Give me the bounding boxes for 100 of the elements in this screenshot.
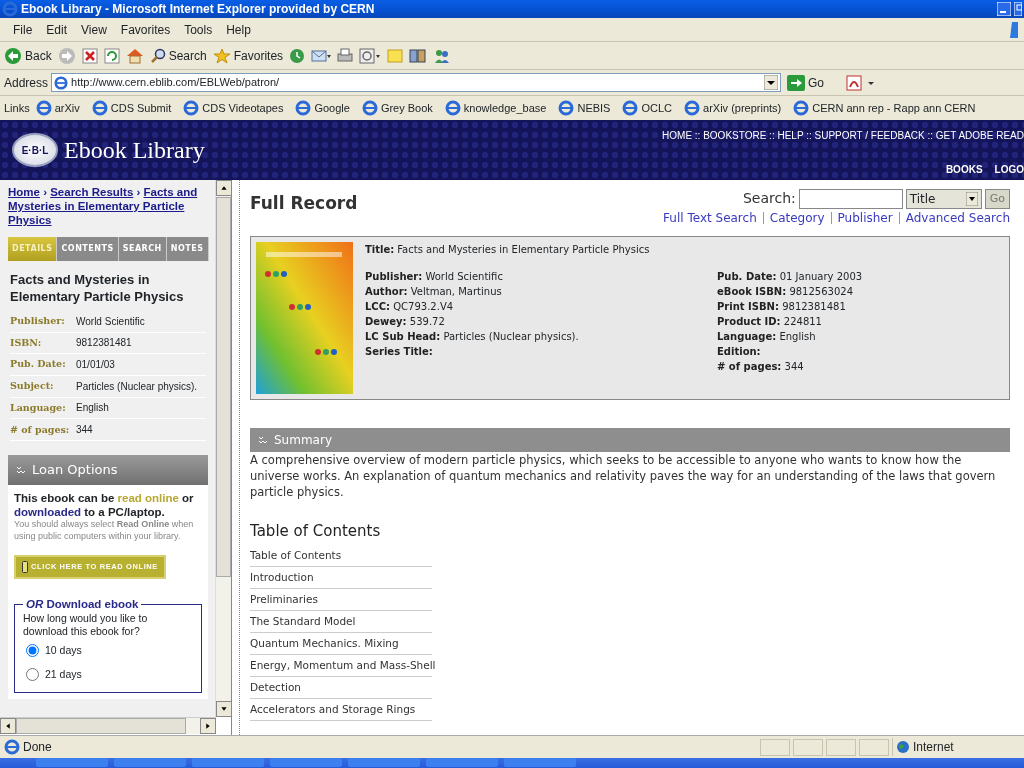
- field-label: Pub. Date:: [10, 357, 67, 372]
- search-link[interactable]: Advanced Search: [898, 212, 1010, 224]
- field-label: Publisher:: [10, 314, 66, 329]
- toolbar-button[interactable]: Favorites: [212, 46, 284, 65]
- toc-item[interactable]: Quantum Mechanics. Mixing: [250, 632, 432, 655]
- toolbar-button[interactable]: Back: [4, 46, 52, 65]
- toolbar-button[interactable]: [81, 47, 98, 64]
- go-button[interactable]: Go: [787, 73, 825, 92]
- toolbar-button[interactable]: [103, 47, 120, 64]
- browser-icon: [444, 100, 461, 116]
- toc-item[interactable]: Detection: [250, 676, 432, 699]
- toolbar-button[interactable]: [409, 47, 428, 64]
- radio-label[interactable]: 21 days: [45, 667, 82, 681]
- toolbar-button[interactable]: [311, 47, 332, 64]
- panel-legend: OR Download ebook: [23, 598, 142, 611]
- note-icon: [387, 47, 404, 64]
- dropdown-arrow-icon: [764, 75, 779, 90]
- field-row-text: Publisher: World Scientific: [365, 270, 504, 284]
- field-value: 01/01/03: [76, 358, 115, 373]
- toc-item[interactable]: Accelerators and Storage Rings: [250, 698, 432, 721]
- field-label: # of pages:: [10, 422, 71, 437]
- search-link[interactable]: Publisher: [830, 212, 899, 224]
- field-label: Language:: [10, 400, 67, 415]
- scrollbar[interactable]: [215, 180, 231, 717]
- field-row-text: # of pages: 344: [717, 360, 805, 374]
- toolbar-button[interactable]: [289, 47, 306, 64]
- toc-item[interactable]: The Standard Model: [250, 610, 432, 633]
- browser-icon: [295, 100, 312, 116]
- nav-link[interactable]: LOGO: [994, 162, 1024, 177]
- toolbar-button[interactable]: Search: [149, 46, 207, 65]
- toolbar-button[interactable]: [337, 47, 354, 64]
- field-row-text: Series Title:: [365, 345, 434, 359]
- address-field[interactable]: http://www.cern.eblib.com/EBLWeb/patron/: [51, 73, 782, 92]
- globe-icon: [896, 740, 910, 754]
- pdf-icon[interactable]: [845, 74, 876, 91]
- book-title: Facts and Mysteries in Elementary Particle Physics: [9, 271, 185, 306]
- page-title: Full Record: [250, 192, 358, 215]
- radio-button[interactable]: [26, 643, 39, 657]
- dropdown-arrow-icon: [965, 191, 978, 206]
- menu-item[interactable]: Help: [219, 20, 258, 39]
- radio-label[interactable]: 10 days: [45, 643, 82, 657]
- link-button[interactable]: CERN ann rep - Rapp ann CERN: [793, 99, 976, 117]
- field-row-text: Author: Veltman, Martinus: [365, 285, 503, 299]
- field-row-text: LC Sub Head: Particles (Nuclear physics).: [365, 330, 580, 344]
- top-links[interactable]: HOME :: BOOKSTORE :: HELP :: SUPPORT / FEEDBACK :: GET ADOBE READ: [662, 128, 1024, 143]
- star-icon: [212, 47, 231, 64]
- scroll-down-button[interactable]: [216, 701, 232, 717]
- field-value: 9812381481: [76, 336, 132, 351]
- toolbar-button[interactable]: [359, 47, 382, 64]
- browser-icon: [622, 100, 639, 116]
- link-button[interactable]: Google: [295, 99, 350, 117]
- search-type-dropdown[interactable]: Title: [905, 188, 982, 209]
- menu-item[interactable]: Edit: [39, 20, 75, 39]
- link-button[interactable]: Grey Book: [361, 99, 433, 117]
- search-label: Search:: [742, 189, 796, 208]
- nav-link[interactable]: BOOKS: [945, 162, 983, 177]
- menu-item[interactable]: Tools: [177, 20, 220, 39]
- breadcrumb[interactable]: Home › Search Results › Facts and Mysteries in Elementary Particle Physics: [0, 180, 216, 234]
- menu-item[interactable]: File: [6, 20, 40, 39]
- search-icon: [149, 47, 166, 64]
- toolbar-button[interactable]: [433, 47, 452, 64]
- link-button[interactable]: CDS Videotapes: [183, 99, 284, 117]
- link-button[interactable]: NEBIS: [558, 99, 611, 117]
- printer-icon: [337, 47, 354, 64]
- chevron-icon: [16, 465, 26, 474]
- scroll-right-button[interactable]: [200, 718, 216, 734]
- search-link[interactable]: Full Text Search: [657, 212, 763, 224]
- site-name: Ebook Library: [64, 136, 205, 165]
- browser-icon: [183, 100, 200, 116]
- menu-item[interactable]: Favorites: [113, 20, 178, 39]
- windows-logo-icon: [1008, 19, 1018, 40]
- people-icon: [433, 47, 452, 64]
- toolbar-button[interactable]: [125, 47, 144, 64]
- scroll-left-button[interactable]: [0, 718, 16, 734]
- toc-item[interactable]: Table of Contents: [250, 544, 432, 567]
- logo-badge: E·B·L: [12, 133, 58, 167]
- link-button[interactable]: OCLC: [622, 99, 672, 117]
- radio-button[interactable]: [26, 667, 39, 681]
- toc-item[interactable]: Introduction: [250, 566, 432, 589]
- scrollbar[interactable]: [0, 717, 216, 734]
- field-label: Subject:: [10, 379, 55, 394]
- field-label: ISBN:: [10, 335, 43, 350]
- search-field[interactable]: [798, 188, 903, 209]
- link-button[interactable]: knowledge_base: [444, 99, 547, 117]
- download-link[interactable]: downloaded: [14, 505, 82, 518]
- field-row-text: Language: English: [717, 330, 817, 344]
- search-link[interactable]: Category: [762, 212, 831, 224]
- menu-item[interactable]: View: [74, 20, 114, 39]
- toc-item[interactable]: Preliminaries: [250, 588, 432, 611]
- browser-icon: [54, 75, 69, 90]
- scroll-up-button[interactable]: [216, 180, 232, 196]
- books-icon: [409, 47, 428, 64]
- restore-button[interactable]: [1014, 2, 1022, 16]
- minimize-button[interactable]: [997, 2, 1011, 16]
- stop-icon: [81, 47, 98, 64]
- section-heading: Summary: [274, 432, 332, 449]
- toc-heading: Table of Contents: [250, 521, 382, 543]
- link-button[interactable]: CDS Submit: [91, 99, 172, 117]
- link-button[interactable]: arXiv: [35, 99, 80, 117]
- link-button[interactable]: arXiv (preprints): [684, 99, 782, 117]
